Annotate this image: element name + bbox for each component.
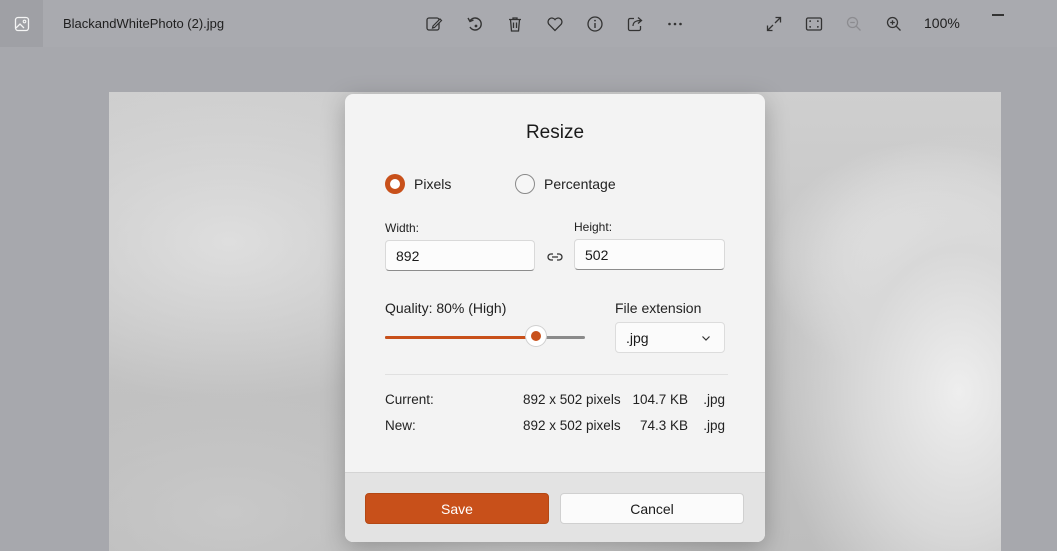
delete-icon[interactable] <box>504 13 526 35</box>
height-label: Height: <box>574 220 613 234</box>
current-label: Current: <box>385 392 434 407</box>
minimize-button[interactable] <box>992 14 1004 16</box>
percentage-radio[interactable]: Percentage <box>515 174 616 194</box>
quality-slider[interactable] <box>385 326 585 346</box>
new-extension: .jpg <box>703 418 725 433</box>
quality-label: Quality: 80% (High) <box>385 300 507 316</box>
zoom-level[interactable]: 100% <box>924 15 960 31</box>
slider-fill <box>385 336 536 339</box>
current-info-row: Current: 892 x 502 pixels 104.7 KB .jpg <box>385 392 728 410</box>
favorite-icon[interactable] <box>544 13 566 35</box>
rotate-icon[interactable] <box>464 13 486 35</box>
dialog-title: Resize <box>525 122 585 143</box>
pixels-radio-label: Pixels <box>414 176 452 192</box>
height-input[interactable] <box>574 239 725 270</box>
zoom-out-icon[interactable] <box>843 13 865 35</box>
photos-app-icon <box>14 16 29 31</box>
radio-unselected-indicator <box>515 174 535 194</box>
current-extension: .jpg <box>703 392 725 407</box>
current-size: 104.7 KB <box>632 392 688 407</box>
fit-to-window-icon[interactable] <box>803 13 825 35</box>
expand-icon[interactable] <box>763 13 785 35</box>
more-icon[interactable] <box>664 13 686 35</box>
dialog-footer: Save Cancel <box>345 472 765 542</box>
file-extension-label: File extension <box>615 300 702 316</box>
chevron-down-icon <box>702 336 710 341</box>
file-extension-dropdown[interactable]: .jpg <box>615 322 725 353</box>
current-dimensions: 892 x 502 pixels <box>523 392 621 407</box>
zoom-in-icon[interactable] <box>883 13 905 35</box>
new-info-row: New: 892 x 502 pixels 74.3 KB .jpg <box>385 418 728 436</box>
divider <box>385 374 728 375</box>
share-icon[interactable] <box>624 13 646 35</box>
edit-image-icon[interactable] <box>423 13 445 35</box>
new-label: New: <box>385 418 416 433</box>
info-icon[interactable] <box>584 13 606 35</box>
new-dimensions: 892 x 502 pixels <box>523 418 621 433</box>
file-extension-value: .jpg <box>626 329 649 346</box>
width-label: Width: <box>385 221 420 235</box>
width-input[interactable] <box>385 240 535 271</box>
new-size: 74.3 KB <box>639 418 688 433</box>
slider-thumb[interactable] <box>526 326 546 346</box>
percentage-radio-label: Percentage <box>544 176 616 192</box>
pixels-radio[interactable]: Pixels <box>385 174 451 194</box>
save-button[interactable]: Save <box>365 493 549 524</box>
app-icon <box>0 0 43 47</box>
link-aspect-ratio-icon[interactable] <box>545 247 565 267</box>
cancel-button[interactable]: Cancel <box>560 493 744 524</box>
file-name: BlackandWhitePhoto (2).jpg <box>63 16 225 31</box>
resize-dialog: Resize Pixels Percentage Width: Height: … <box>345 94 765 542</box>
title-bar: BlackandWhitePhoto (2).jpg 100% <box>0 0 1057 47</box>
radio-selected-indicator <box>385 174 405 194</box>
